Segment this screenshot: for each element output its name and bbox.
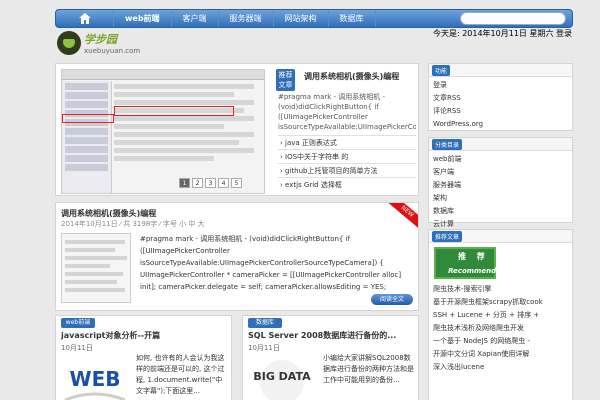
sidebar-link[interactable]: 基于开源爬虫框架scrapy抓取cook — [433, 296, 568, 309]
post-box: web前端 javascript对象分析--开篇 10月11日 WEB 如何, … — [55, 315, 232, 400]
article-excerpt: #pragma mark - 调用系统相机 - (void)didClickRi… — [140, 235, 402, 291]
nav-item-architecture[interactable]: 网站架构 — [274, 10, 329, 27]
sidebar-link[interactable]: 一个基于 NodeJS 的网络爬虫 - — [433, 335, 568, 348]
post-date: 10月11日 — [61, 344, 93, 352]
sidebar-meta: 功能 登录 文章RSS 评论RSS WordPress.org — [428, 63, 573, 131]
site-logo[interactable]: 学步园 xuebuyuan.com — [57, 31, 140, 55]
top-navigation: web前端 客户端 服务器端 网站架构 数据库 — [55, 9, 573, 28]
sidebar-link[interactable]: 登录 — [433, 79, 568, 92]
article-title[interactable]: 调用系统相机(摄像头)编程 — [61, 208, 156, 219]
list-item[interactable]: › extjs Grid 选择框 — [278, 177, 416, 191]
article-thumbnail[interactable] — [61, 233, 131, 303]
sidebar-link[interactable]: 数据库 — [433, 205, 568, 218]
nav-item-client[interactable]: 客户端 — [172, 10, 219, 27]
recommend-badge: 推荐 文章 — [276, 69, 295, 91]
read-more-button[interactable]: 阅读全文 — [371, 294, 413, 305]
date-and-login: 今天是: 2014年10月11日 星期六 登录 — [432, 29, 572, 38]
sidebar-link[interactable]: 文章RSS — [433, 92, 568, 105]
new-ribbon: NEW — [384, 203, 418, 232]
sidebar-link[interactable]: 客户端 — [433, 166, 568, 179]
pager-button[interactable]: 3 — [205, 178, 216, 188]
banner-subtext: Recommend — [448, 267, 497, 275]
pager-button[interactable]: 1 — [179, 178, 190, 188]
sidebar-link[interactable]: 爬虫技术浅析及网络爬虫开发 — [433, 322, 568, 335]
post-date: 10月11日 — [248, 344, 280, 352]
slider-pager: 1 2 3 4 5 — [177, 178, 242, 188]
sidebar-link[interactable]: SSH + Lucene + 分页 + 排序 + — [433, 309, 568, 322]
widget-heading: 功能 — [432, 64, 451, 76]
home-button[interactable] — [56, 10, 114, 27]
sidebar-link[interactable]: 深入浅出lucene — [433, 361, 568, 374]
logo-icon — [57, 31, 81, 55]
post-box: 数据库 SQL Server 2008数据库进行备份的... 10月11日 BI… — [242, 315, 419, 400]
sidebar-link[interactable]: 开源中文分词 Xapian使用详解 — [433, 348, 568, 361]
article-meta: 2014年10月11日 ⁄ 共 3198字 ⁄ 字号 小 中 大 — [61, 220, 205, 228]
banner-text: 推 荐 — [458, 252, 489, 261]
post-thumbnail[interactable]: BIG DATA — [248, 356, 316, 400]
widget-heading: 推荐文章 — [432, 230, 463, 242]
featured-slider: 1 2 3 4 5 推荐 文章 调用系统相机(摄像头)编程 #pragma ma… — [55, 63, 419, 196]
recommend-banner: 推 荐 Recommend — [434, 247, 496, 279]
list-item[interactable]: › IOS中关于字符串 的 — [278, 149, 416, 163]
pager-button[interactable]: 4 — [218, 178, 229, 188]
sidebar-link[interactable]: 评论RSS — [433, 105, 568, 118]
sidebar-link[interactable]: 服务器端 — [433, 179, 568, 192]
slide-title[interactable]: 调用系统相机(摄像头)编程 — [304, 71, 399, 82]
widget-heading: 分类目录 — [432, 138, 463, 150]
list-item[interactable]: › github上托管项目的简单方法 — [278, 163, 416, 177]
featured-article: 调用系统相机(摄像头)编程 2014年10月11日 ⁄ 共 3198字 ⁄ 字号… — [55, 202, 419, 311]
slide-excerpt: #pragma mark - 调用系统相机 - (void)didClickRi… — [278, 93, 416, 131]
logo-domain: xuebuyuan.com — [84, 47, 141, 55]
search-input[interactable] — [464, 13, 554, 24]
sidebar-recommend: 推荐文章 推 荐 Recommend 爬虫技术-搜索引擎 基于开源爬虫框架scr… — [428, 229, 573, 400]
post-title[interactable]: javascript对象分析--开篇 — [61, 330, 160, 341]
post-thumbnail[interactable]: WEB — [61, 356, 129, 400]
slide-list: › java 正则表达式 › IOS中关于字符串 的 › github上托管项目… — [278, 135, 416, 191]
slide-image[interactable]: 1 2 3 4 5 — [61, 69, 265, 194]
nav-item-server[interactable]: 服务器端 — [219, 10, 274, 27]
sidebar-categories: 分类目录 web前端 客户端 服务器端 架构 数据库 云计算 — [428, 137, 573, 228]
pager-button[interactable]: 2 — [192, 178, 203, 188]
post-excerpt: 小编给大家讲解SQL2008数据库进行备份的两种方法和是工作中可能用到的备份..… — [323, 354, 414, 384]
post-excerpt: 如何, 也许有的人会认为我这样的前端还是可以的, 这个过程, 1.documen… — [136, 354, 225, 395]
thumbnail-text: BIG DATA — [253, 370, 311, 383]
sidebar-link[interactable]: WordPress.org — [433, 118, 568, 131]
post-title[interactable]: SQL Server 2008数据库进行备份的... — [248, 330, 396, 341]
nav-item-web[interactable]: web前端 — [114, 10, 172, 27]
sidebar-link[interactable]: 架构 — [433, 192, 568, 205]
search-box — [460, 12, 566, 25]
pager-button[interactable]: 5 — [231, 178, 242, 188]
home-icon — [78, 13, 91, 24]
nav-item-database[interactable]: 数据库 — [329, 10, 376, 27]
list-item[interactable]: › java 正则表达式 — [278, 135, 416, 149]
sidebar-link[interactable]: web前端 — [433, 153, 568, 166]
logo-text: 学步园 — [84, 33, 117, 46]
category-tag[interactable]: web前端 — [61, 318, 95, 328]
thumbnail-text: WEB — [70, 367, 121, 391]
sidebar-link[interactable]: 爬虫技术-搜索引擎 — [433, 283, 568, 296]
category-tag[interactable]: 数据库 — [248, 318, 282, 328]
